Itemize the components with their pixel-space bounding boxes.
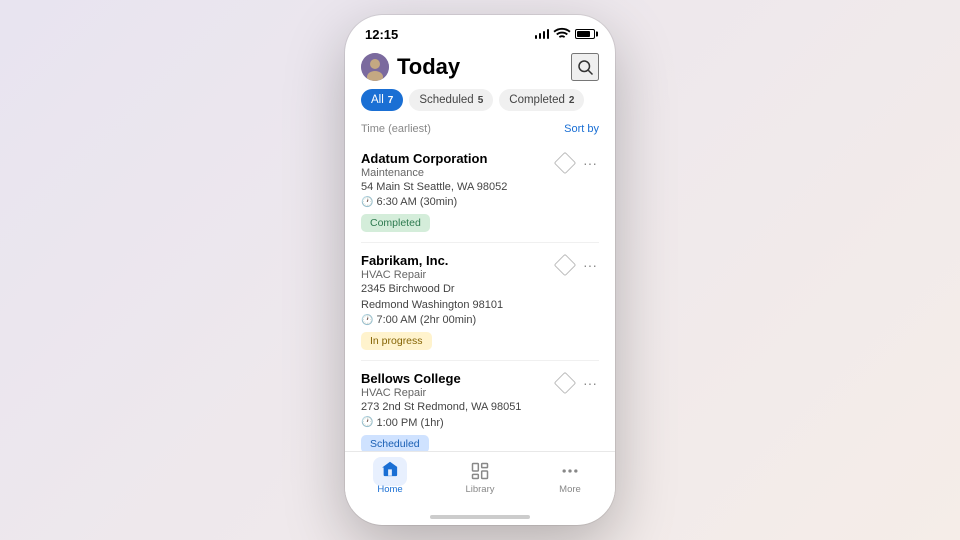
clock-icon: 🕐 (361, 315, 373, 326)
clock-icon: 🕐 (361, 197, 373, 208)
home-indicator (345, 509, 615, 525)
job-time: 🕐 1:00 PM (1hr) (361, 417, 547, 429)
job-info: Fabrikam, Inc. HVAC Repair 2345 Birchwoo… (361, 253, 547, 350)
home-bar (430, 515, 530, 519)
nav-label-more: More (559, 484, 581, 495)
sort-by-button[interactable]: Sort by (564, 123, 599, 135)
job-actions: ··· (555, 371, 599, 393)
tab-all[interactable]: All 7 (361, 89, 403, 111)
search-button[interactable] (571, 53, 599, 81)
nav-label-library: Library (465, 484, 494, 495)
status-badge: In progress (361, 332, 432, 350)
battery-icon (575, 29, 595, 39)
job-time: 🕐 7:00 AM (2hr 00min) (361, 314, 547, 326)
job-card: Fabrikam, Inc. HVAC Repair 2345 Birchwoo… (361, 243, 599, 361)
job-time: 🕐 6:30 AM (30min) (361, 196, 547, 208)
library-icon (469, 460, 491, 482)
job-type: Maintenance (361, 167, 547, 179)
job-info: Bellows College HVAC Repair 273 2nd St R… (361, 371, 547, 451)
navigate-icon[interactable] (555, 255, 575, 275)
job-card-header: Adatum Corporation Maintenance 54 Main S… (361, 151, 599, 232)
sort-bar: Time (earliest) Sort by (345, 119, 615, 141)
navigate-icon[interactable] (555, 153, 575, 173)
job-card: Bellows College HVAC Repair 273 2nd St R… (361, 361, 599, 451)
more-icon (559, 460, 581, 482)
header: Today (345, 47, 615, 89)
avatar[interactable] (361, 53, 389, 81)
home-icon (379, 460, 401, 482)
nav-item-more[interactable]: More (525, 460, 615, 495)
more-icon-svg (560, 461, 580, 481)
tabs: All 7 Scheduled 5 Completed 2 (345, 89, 615, 119)
nav-item-home[interactable]: Home (345, 460, 435, 495)
library-icon-svg (470, 461, 490, 481)
search-icon (576, 58, 594, 76)
avatar-image (361, 53, 389, 81)
job-card-header: Fabrikam, Inc. HVAC Repair 2345 Birchwoo… (361, 253, 599, 350)
tab-scheduled[interactable]: Scheduled 5 (409, 89, 493, 111)
job-actions: ··· (555, 253, 599, 275)
job-company: Bellows College (361, 371, 547, 386)
more-button[interactable]: ··· (581, 154, 599, 172)
tab-completed[interactable]: Completed 2 (499, 89, 584, 111)
wifi-icon (553, 25, 571, 43)
job-address: 2345 Birchwood Dr Redmond Washington 981… (361, 282, 547, 313)
job-address: 273 2nd St Redmond, WA 98051 (361, 400, 547, 415)
signal-bars-icon (535, 29, 550, 39)
header-left: Today (361, 53, 460, 81)
page-title: Today (397, 54, 460, 80)
job-company: Fabrikam, Inc. (361, 253, 547, 268)
status-time: 12:15 (365, 27, 398, 42)
status-bar: 12:15 (345, 15, 615, 47)
job-card: Adatum Corporation Maintenance 54 Main S… (361, 141, 599, 243)
more-button[interactable]: ··· (581, 374, 599, 392)
job-type: HVAC Repair (361, 387, 547, 399)
job-list: Adatum Corporation Maintenance 54 Main S… (345, 141, 615, 451)
nav-label-home: Home (377, 484, 402, 495)
status-icons (535, 25, 596, 43)
job-type: HVAC Repair (361, 269, 547, 281)
job-address: 54 Main St Seattle, WA 98052 (361, 180, 547, 195)
clock-icon: 🕐 (361, 417, 373, 428)
status-badge: Scheduled (361, 435, 429, 451)
job-card-header: Bellows College HVAC Repair 273 2nd St R… (361, 371, 599, 451)
phone-frame: 12:15 (345, 15, 615, 525)
navigate-icon[interactable] (555, 373, 575, 393)
job-actions: ··· (555, 151, 599, 173)
bottom-nav: Home Library More (345, 451, 615, 509)
time-filter-label: Time (earliest) (361, 123, 431, 135)
status-badge: Completed (361, 214, 430, 232)
more-button[interactable]: ··· (581, 256, 599, 274)
nav-item-library[interactable]: Library (435, 460, 525, 495)
home-icon-svg (381, 460, 399, 478)
job-info: Adatum Corporation Maintenance 54 Main S… (361, 151, 547, 232)
job-company: Adatum Corporation (361, 151, 547, 166)
